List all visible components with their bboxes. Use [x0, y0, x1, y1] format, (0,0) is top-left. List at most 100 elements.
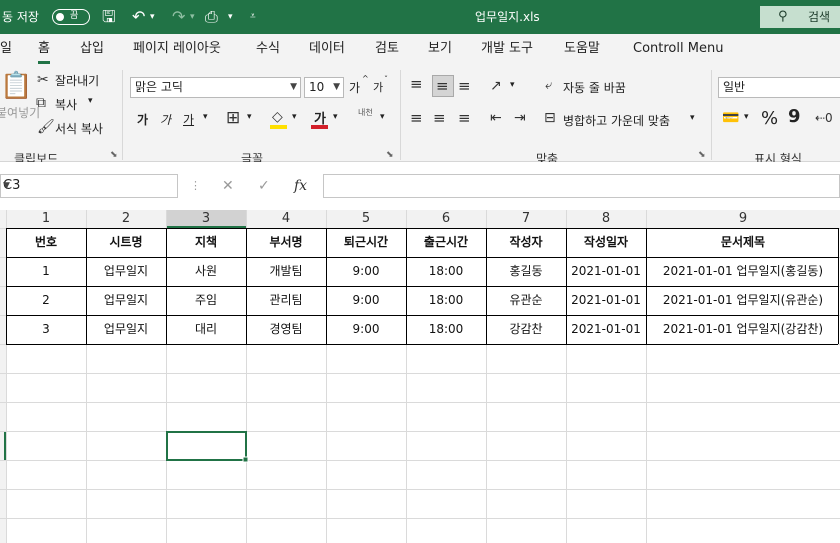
tab-view[interactable]: 보기: [428, 34, 452, 64]
tab-formulas[interactable]: 수식: [256, 34, 280, 64]
tab-controll-menu[interactable]: Controll Menu: [633, 34, 723, 64]
formula-input[interactable]: [323, 174, 840, 198]
increase-indent-icon[interactable]: ⇥: [514, 110, 526, 126]
font-name-select[interactable]: 맑은 고딕 ▼: [130, 77, 301, 98]
table-cell: 2021-01-01: [571, 322, 641, 336]
print-dropdown-icon[interactable]: ▾: [228, 0, 233, 34]
paste-icon[interactable]: 📋: [0, 72, 32, 100]
table-cell: 관리팀: [269, 293, 303, 307]
underline-button[interactable]: 가: [183, 111, 194, 128]
align-bottom-icon[interactable]: ≡: [458, 78, 471, 94]
merge-center-button[interactable]: 병합하고 가운데 맞춤: [563, 112, 670, 129]
wrap-text-icon[interactable]: ⤶: [545, 78, 552, 94]
column-header: 8: [601, 211, 611, 226]
font-size-value: 10: [309, 80, 325, 94]
name-box[interactable]: C3 ▼: [0, 174, 178, 198]
accounting-dropdown-icon[interactable]: ▾: [744, 112, 749, 122]
font-size-select[interactable]: 10 ▼: [304, 77, 344, 98]
font-launcher-icon[interactable]: ⬊: [386, 150, 394, 160]
table-header-cell: 퇴근시간: [343, 235, 389, 249]
wrap-text-button[interactable]: 자동 줄 바꿈: [563, 79, 626, 96]
tab-file[interactable]: 일: [0, 34, 12, 64]
phonetic-dropdown-icon[interactable]: ▾: [380, 112, 385, 122]
format-painter-button[interactable]: 서식 복사: [55, 120, 103, 137]
column-header: 9: [738, 211, 748, 226]
phonetic-button[interactable]: 내천: [358, 107, 373, 118]
align-center-icon[interactable]: ≡: [433, 110, 446, 126]
table-header-cell: 시트명: [109, 235, 143, 249]
title-bar: 동 저장 끔 🖫 ↶ ▾ ↷ ▾ ⎙ ▾ ⩡ 업무일지.xls ⚲ 검색: [0, 0, 840, 34]
increase-decimal-icon[interactable]: ⇠0: [815, 110, 833, 126]
window-title: 업무일지.xls: [475, 10, 540, 24]
percent-button[interactable]: %: [761, 108, 778, 129]
tab-developer[interactable]: 개발 도구: [481, 34, 533, 64]
redo-icon[interactable]: ↷: [172, 0, 185, 34]
fill-color-dropdown-icon[interactable]: ▾: [292, 112, 297, 122]
cut-button[interactable]: 잘라내기: [55, 72, 99, 89]
shrink-font-button[interactable]: 가: [373, 79, 383, 95]
customize-toolbar-icon[interactable]: ⩡: [250, 0, 256, 34]
alignment-launcher-icon[interactable]: ⬊: [698, 150, 706, 160]
table-cell: 사원: [194, 264, 218, 278]
font-color-dropdown-icon[interactable]: ▾: [333, 112, 338, 122]
cancel-icon[interactable]: ✕: [222, 174, 234, 198]
table-header-cell: 작성일자: [583, 235, 629, 249]
align-top-icon[interactable]: ≡: [410, 76, 423, 92]
decrease-indent-icon[interactable]: ⇤: [490, 110, 502, 126]
cut-icon[interactable]: ✂: [37, 72, 49, 88]
formula-bar: C3 ▼ ⋮ ✕ ✓ fx: [0, 162, 840, 210]
divider: [400, 70, 401, 160]
undo-icon[interactable]: ↶: [132, 0, 145, 34]
column-header: 2: [121, 211, 131, 226]
table-header-cell: 지책: [194, 235, 218, 249]
grow-font-button[interactable]: 가: [349, 79, 360, 96]
chevron-down-icon: ▼: [333, 82, 340, 92]
divider: [711, 70, 712, 160]
merge-center-icon[interactable]: ⊟: [544, 110, 556, 126]
align-right-icon[interactable]: ≡: [458, 110, 471, 126]
undo-dropdown-icon[interactable]: ▾: [150, 0, 155, 34]
fill-color-icon[interactable]: ◇: [272, 109, 283, 125]
tab-data[interactable]: 데이터: [309, 34, 345, 64]
tab-home[interactable]: 홈: [38, 34, 50, 64]
redo-dropdown-icon[interactable]: ▾: [190, 0, 195, 34]
table-cell: 업무일지: [103, 322, 149, 336]
comma-button[interactable]: 9: [788, 106, 801, 127]
borders-dropdown-icon[interactable]: ▾: [247, 112, 252, 122]
borders-icon[interactable]: ⊞: [226, 110, 240, 127]
underline-dropdown-icon[interactable]: ▾: [203, 112, 208, 122]
tab-insert[interactable]: 삽입: [80, 34, 104, 64]
orientation-icon[interactable]: ↗: [490, 78, 502, 94]
autosave-toggle[interactable]: 끔: [52, 9, 90, 25]
table-cell: 업무일지: [103, 293, 149, 307]
align-left-icon[interactable]: ≡: [410, 110, 423, 126]
table-header-cell: 작성자: [509, 235, 543, 249]
table-cell: 경영팀: [269, 322, 303, 336]
copy-dropdown-icon[interactable]: ▾: [88, 96, 93, 106]
bold-button[interactable]: 가: [137, 111, 148, 128]
italic-button[interactable]: 가: [160, 111, 171, 128]
table-header-cell: 문서제목: [720, 235, 766, 249]
number-format-select[interactable]: 일반: [718, 77, 840, 98]
paste-label[interactable]: 붙여넣기: [0, 104, 40, 121]
ribbon: 📋 붙여넣기 ✂ 잘라내기 ⧉ 복사 ▾ 🖌 서식 복사 클립보드 ⬊ 맑은 고…: [0, 64, 840, 166]
format-painter-icon[interactable]: 🖌: [37, 119, 55, 135]
tab-review[interactable]: 검토: [375, 34, 399, 64]
worksheet-grid[interactable]: 1 2 3 4 5 6 7 8 9 번호 시트명 지책 부서명 퇴근시간 출근시간 작성자 작성일자 문서제목 1 업…: [0, 210, 840, 543]
tab-help[interactable]: 도움말: [564, 34, 600, 64]
copy-button[interactable]: 복사: [55, 96, 77, 113]
toggle-knob: [56, 12, 64, 21]
table-header-cell: 부서명: [269, 235, 303, 249]
merge-dropdown-icon[interactable]: ▾: [690, 113, 695, 123]
search-box[interactable]: ⚲ 검색: [760, 6, 840, 28]
chevron-down-icon: ▼: [3, 181, 10, 191]
orientation-dropdown-icon[interactable]: ▾: [510, 80, 515, 90]
copy-icon[interactable]: ⧉: [36, 95, 46, 111]
clipboard-launcher-icon[interactable]: ⬊: [110, 150, 118, 160]
insert-function-icon[interactable]: fx: [294, 174, 307, 198]
enter-icon[interactable]: ✓: [258, 174, 270, 198]
accounting-format-icon[interactable]: 💳: [722, 110, 739, 126]
save-icon[interactable]: 🖫: [102, 0, 116, 34]
quick-print-icon[interactable]: ⎙: [205, 0, 218, 34]
tab-page-layout[interactable]: 페이지 레이아웃: [133, 34, 221, 64]
